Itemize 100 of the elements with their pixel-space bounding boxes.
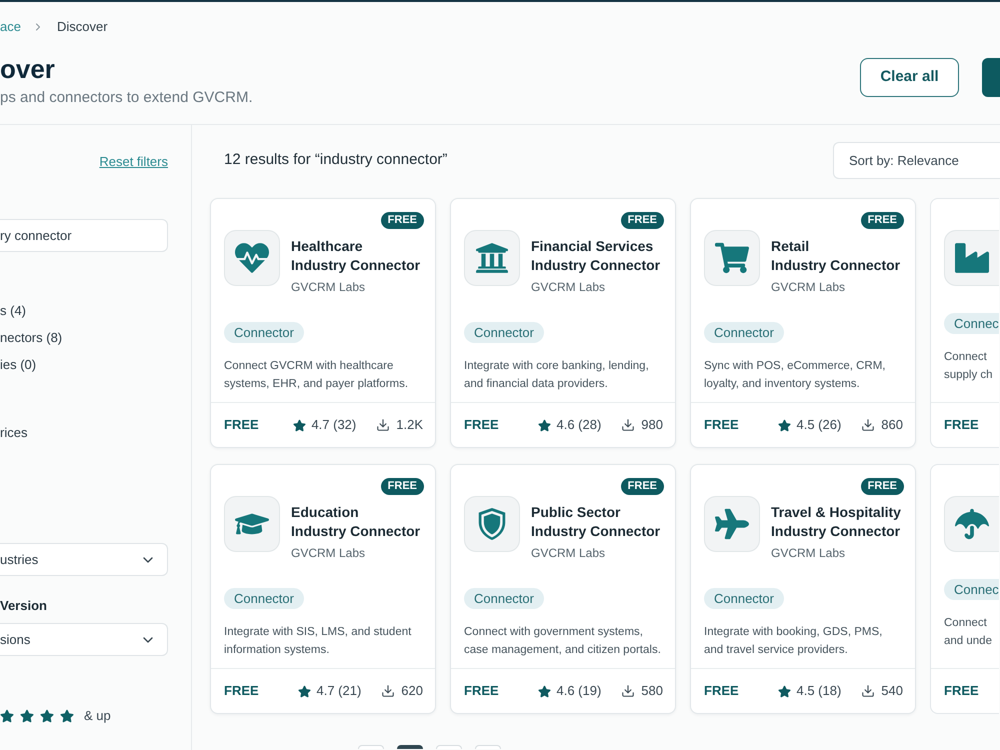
category-tag: Connector <box>464 322 544 343</box>
airplane-icon <box>704 496 760 552</box>
app-card[interactable]: FREE Travel & Hospitality Industry Connector GVCRM Labs Connector Integrate with booking, GDS, PMS, and travel service providers. FREE 4.5 (18) 540 <box>690 464 916 714</box>
category-tag: Connector <box>704 322 784 343</box>
industry-select[interactable]: ustries <box>0 543 168 576</box>
filter-option[interactable]: rices <box>0 425 168 441</box>
sort-select[interactable]: Sort by: Relevance <box>833 142 1000 179</box>
app-card[interactable]: FREE Retail Industry Connector GVCRM Labs Connector Sync with POS, eCommerce, CRM, loyalty, and inventory systems. FREE 4.5 (26) 860 <box>690 198 916 448</box>
shield-icon <box>464 496 520 552</box>
app-card[interactable]: FREE Education Industry Connector GVCRM Labs Connector Integrate with SIS, LMS, and student information systems. FREE 4.7 (21) 620 <box>210 464 436 714</box>
app-title: Healthcare Industry Connector <box>291 237 420 275</box>
app-card[interactable]: FREE Healthcare Industry Connector GVCRM Labs Connector Connect GVCRM with healthcare systems, EHR, and payer platforms. FREE 4.7 (32) 1.2K <box>210 198 436 448</box>
star-icon <box>538 418 552 432</box>
heart-pulse-icon <box>224 230 280 286</box>
price-badge: FREE <box>620 212 664 229</box>
price-label: FREE <box>464 682 499 700</box>
app-title: Retail Industry Connector <box>771 237 900 275</box>
download-count: 860 <box>881 416 903 434</box>
star-icon <box>0 709 14 723</box>
app-title: Education Industry Connector <box>291 503 420 541</box>
app-card[interactable]: FREE Financial Services Industry Connector GVCRM Labs Connector Integrate with core banking, lending, and financial data providers. FREE 4.6 (28) 980 <box>450 198 676 448</box>
app-description: Connect and unde <box>944 616 993 649</box>
rating-text: 4.5 (18) <box>796 682 842 700</box>
results-heading: 12 results for “industry connector” <box>224 150 448 170</box>
app-card[interactable]: Connec Connect and unde FREE <box>930 464 999 714</box>
price-badge: FREE <box>860 478 904 495</box>
app-description: Integrate with core banking, lending, and financial data providers. <box>464 359 650 392</box>
star-icon <box>778 684 792 698</box>
app-title: Public Sector Industry Connector <box>531 503 660 541</box>
publisher-name: GVCRM Labs <box>531 279 606 295</box>
app-card[interactable]: FREE Public Sector Industry Connector GVCRM Labs Connector Connect with government systems, case management, and citizen portals. FREE 4.6 (19) 580 <box>450 464 676 714</box>
breadcrumb-current: Discover <box>56 18 108 36</box>
price-label: FREE <box>464 416 499 434</box>
publisher-name: GVCRM Labs <box>771 545 846 561</box>
search-field[interactable]: ry connector <box>0 219 168 252</box>
filter-option[interactable]: ies (0) <box>0 351 168 378</box>
rating-text: 4.6 (19) <box>556 682 602 700</box>
star-icon <box>538 684 552 698</box>
category-tag: Connector <box>464 588 544 609</box>
category-tag: Connector <box>224 322 304 343</box>
app-description: Connect supply ch <box>944 350 994 383</box>
filter-label: Version <box>0 598 48 614</box>
select-value: sions <box>0 630 30 649</box>
page-button[interactable] <box>397 745 423 749</box>
filter-option[interactable]: nectors (8) <box>0 324 168 351</box>
download-count: 580 <box>641 682 663 700</box>
app-description: Connect GVCRM with healthcare systems, EHR, and payer platforms. <box>224 359 410 392</box>
select-value: ustries <box>0 550 38 569</box>
rating-text: 4.6 (28) <box>556 416 602 434</box>
rating-text: 4.5 (26) <box>796 416 842 434</box>
download-count: 980 <box>641 416 663 434</box>
star-icon <box>60 709 74 723</box>
page-title: over <box>0 54 56 84</box>
price-badge: FREE <box>380 212 424 229</box>
filter-option[interactable]: s (4) <box>0 297 168 324</box>
category-tag: Connector <box>704 588 784 609</box>
download-icon <box>381 684 396 698</box>
app-description: Sync with POS, eCommerce, CRM, loyalty, and inventory systems. <box>704 359 886 392</box>
clear-all-button[interactable]: Clear all <box>860 58 959 97</box>
page-subtitle: ps and connectors to extend GVCRM. <box>0 89 254 107</box>
app-title: Travel & Hospitality Industry Connector <box>771 503 901 541</box>
bank-icon <box>464 230 520 286</box>
rating-text: 4.7 (21) <box>316 682 362 700</box>
price-badge: FREE <box>380 478 424 495</box>
reset-filters-link[interactable]: Reset filters <box>99 154 168 170</box>
publisher-name: GVCRM Labs <box>531 545 606 561</box>
star-icon <box>293 418 306 432</box>
app-card[interactable]: Connec Connect supply ch FREE <box>930 198 999 448</box>
star-icon <box>40 709 54 723</box>
publisher-name: GVCRM Labs <box>291 279 366 295</box>
download-count: 620 <box>401 682 423 700</box>
price-label: FREE <box>944 682 979 700</box>
price-label: FREE <box>704 682 739 700</box>
app-description: Connect with government systems, case management, and citizen portals. <box>464 625 662 658</box>
download-icon <box>861 684 876 698</box>
price-badge: FREE <box>620 478 664 495</box>
download-count: 540 <box>881 682 903 700</box>
shopping-cart-icon <box>704 230 760 286</box>
download-icon <box>861 418 876 432</box>
version-select[interactable]: sions <box>0 623 168 656</box>
publisher-name: GVCRM Labs <box>771 279 846 295</box>
category-tag: Connector <box>224 588 304 609</box>
price-badge: FREE <box>860 212 904 229</box>
publisher-name: GVCRM Labs <box>291 545 366 561</box>
download-icon <box>376 418 390 432</box>
breadcrumb-link[interactable]: ace <box>0 17 21 37</box>
rating-filter-label[interactable]: & up <box>84 706 111 726</box>
app-description: Integrate with booking, GDS, PMS, and travel service providers. <box>704 625 884 658</box>
app-title: Financial Services Industry Connector <box>531 237 660 275</box>
app-description: Integrate with SIS, LMS, and student information systems. <box>224 625 412 658</box>
price-label: FREE <box>224 682 259 700</box>
price-label: FREE <box>944 416 979 434</box>
star-icon <box>778 418 792 432</box>
price-label: FREE <box>704 416 739 434</box>
action-button[interactable] <box>982 58 1000 97</box>
category-tag: Connec <box>944 313 999 334</box>
download-icon <box>621 684 636 698</box>
star-icon <box>20 709 34 723</box>
download-icon <box>621 418 636 432</box>
star-icon <box>298 684 312 698</box>
